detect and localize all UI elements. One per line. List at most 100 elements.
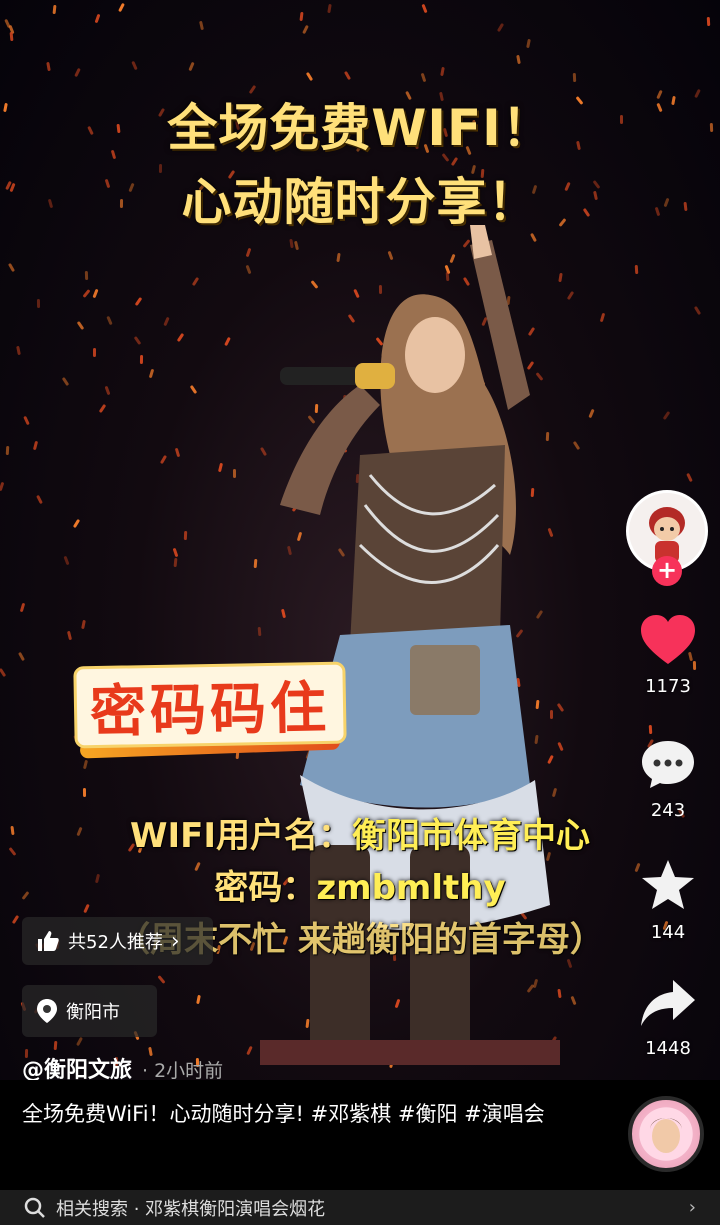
spark (685, 472, 693, 483)
spark (224, 336, 231, 346)
chevron-right-icon: › (688, 1197, 696, 1218)
spark (19, 602, 26, 613)
thumb-up-icon (36, 929, 60, 953)
spark (17, 651, 25, 661)
spark (134, 297, 143, 307)
spark (163, 316, 170, 326)
spark (694, 305, 702, 315)
spark (192, 277, 200, 287)
spark (92, 289, 99, 299)
spark (302, 24, 309, 34)
spark (707, 16, 711, 26)
spark (245, 265, 252, 275)
comment-icon (642, 741, 694, 788)
spark (254, 558, 258, 569)
recommend-pill[interactable]: 共52人推荐 › (22, 917, 213, 965)
spark (420, 72, 426, 83)
author-row: @衡阳文旅 · 2小时前 (22, 1052, 223, 1080)
star-icon (642, 860, 694, 909)
spark (572, 440, 580, 451)
related-search-bar[interactable]: 相关搜索 · 邓紫棋衡阳演唱会烟花 › (0, 1190, 720, 1225)
spark (82, 288, 91, 298)
spark (246, 1045, 254, 1055)
spark (33, 440, 39, 451)
spark (232, 468, 236, 478)
wifi-username-line: WIFI用户名：衡阳市体育中心 (0, 808, 720, 857)
wifi-username-value: 衡阳市体育中心 (352, 816, 591, 856)
spark (566, 291, 574, 301)
spark (343, 70, 351, 81)
spark (0, 481, 5, 492)
spark (635, 264, 639, 274)
spark (159, 455, 167, 465)
spark (35, 494, 43, 505)
spark (16, 346, 22, 356)
spark (496, 22, 504, 32)
spark (299, 12, 304, 22)
spark (0, 667, 6, 677)
spark (198, 20, 204, 31)
spark (5, 445, 9, 456)
spark (53, 1040, 58, 1050)
spark (573, 73, 577, 83)
spark (327, 3, 333, 14)
video-player[interactable]: 全场免费WIFI！ 心动随时分享！ 密码码住 WIFI用户名：衡阳市体育中心 密… (0, 0, 720, 1080)
spark (175, 447, 181, 457)
overlay-title-line2: 心动随时分享！ (181, 173, 539, 231)
spark (600, 312, 606, 322)
spark (421, 3, 428, 13)
spark (117, 2, 125, 13)
location-pin-icon (36, 998, 58, 1024)
share-button[interactable]: 1448 (630, 978, 706, 1059)
related-search-text: 相关搜索 · 邓紫棋衡阳演唱会烟花 (56, 1198, 326, 1220)
post-time: · 2小时前 (142, 1060, 224, 1080)
spark (7, 262, 15, 272)
spark (587, 408, 595, 419)
spark (63, 555, 70, 566)
spark (46, 62, 52, 72)
spark (183, 531, 188, 541)
spark (305, 71, 313, 81)
spark (176, 333, 185, 343)
spark (37, 299, 41, 309)
spark (648, 725, 653, 735)
author-name[interactable]: @衡阳文旅 (22, 1058, 132, 1080)
spark (66, 630, 72, 641)
spark (85, 271, 89, 281)
favorite-count: 144 (650, 922, 686, 943)
spark (173, 558, 178, 568)
music-cover-icon (650, 1118, 682, 1153)
share-count: 1448 (645, 1038, 691, 1059)
spark (93, 348, 97, 358)
spark (99, 404, 107, 414)
comment-button[interactable]: 243 (630, 738, 706, 821)
music-disc[interactable] (628, 1096, 704, 1172)
spark (94, 13, 101, 23)
share-icon (641, 980, 695, 1026)
spark (245, 247, 252, 258)
spark (570, 995, 577, 1005)
search-icon (24, 1197, 45, 1218)
video-caption[interactable]: 全场免费WiFi！心动随时分享! #邓紫棋 #衡阳 #演唱会 (22, 1098, 592, 1131)
like-button[interactable]: 1173 (630, 614, 706, 697)
spark (439, 67, 445, 77)
spark (73, 67, 81, 77)
spark (61, 377, 70, 387)
spark (133, 335, 142, 345)
spark (105, 385, 111, 395)
spark (81, 619, 87, 629)
spark (217, 462, 223, 472)
wifi-password-label: 密码： (214, 868, 317, 908)
follow-button[interactable]: + (652, 556, 682, 586)
spark (189, 384, 198, 394)
heart-icon (641, 615, 695, 664)
spark (77, 321, 85, 331)
spark (187, 61, 195, 72)
wifi-password-value: zmbmlthy (316, 868, 506, 908)
spark (83, 787, 87, 797)
password-badge: 密码码住 (73, 661, 347, 749)
favorite-button[interactable]: 144 (630, 858, 706, 943)
spark (140, 354, 144, 364)
location-pill[interactable]: 衡阳市 (22, 985, 157, 1037)
comment-count: 243 (650, 800, 686, 821)
